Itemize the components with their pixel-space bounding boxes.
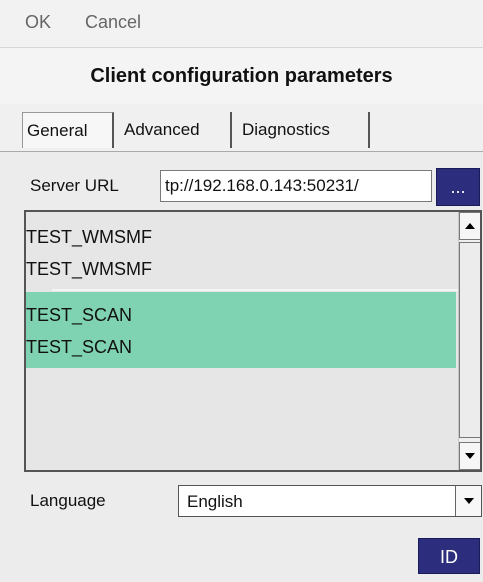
list-item-line-2: TEST_SCAN	[26, 337, 133, 357]
scroll-down-button[interactable]	[459, 442, 480, 470]
chevron-down-icon	[463, 498, 474, 504]
triangle-down-icon	[465, 453, 475, 459]
client-list-items: TEST_WMSMF TEST_WMSMF TEST_SCAN TEST_SCA…	[26, 212, 460, 470]
server-url-label: Server URL	[30, 176, 119, 195]
tab-advanced[interactable]: Advanced	[120, 112, 232, 148]
list-item-line-1: TEST_SCAN	[26, 305, 133, 325]
cancel-menu-item[interactable]: Cancel	[85, 12, 141, 33]
dialog-title: Client configuration parameters	[0, 48, 483, 104]
list-item-selected[interactable]: TEST_SCAN TEST_SCAN	[26, 292, 456, 368]
list-item-line-2: TEST_WMSMF	[26, 259, 152, 279]
list-item-line-1: TEST_WMSMF	[26, 227, 152, 247]
list-scrollbar[interactable]	[458, 212, 480, 470]
tab-diagnostics[interactable]: Diagnostics	[238, 112, 370, 148]
language-label: Language	[30, 491, 106, 510]
menu-bar: OK Cancel	[0, 0, 483, 48]
ok-menu-item[interactable]: OK	[25, 12, 51, 33]
scroll-thumb[interactable]	[459, 242, 480, 438]
language-select[interactable]: English	[178, 485, 482, 517]
browse-button[interactable]: ...	[436, 168, 480, 206]
tab-general[interactable]: General	[22, 112, 114, 148]
triangle-up-icon	[465, 223, 475, 229]
language-dropdown-button[interactable]	[455, 486, 481, 516]
server-url-input[interactable]	[160, 170, 432, 202]
id-button[interactable]: ID	[418, 538, 480, 574]
language-value: English	[187, 492, 243, 511]
client-list[interactable]: TEST_WMSMF TEST_WMSMF TEST_SCAN TEST_SCA…	[24, 210, 482, 472]
list-separator	[52, 289, 460, 291]
scroll-up-button[interactable]	[459, 212, 480, 240]
